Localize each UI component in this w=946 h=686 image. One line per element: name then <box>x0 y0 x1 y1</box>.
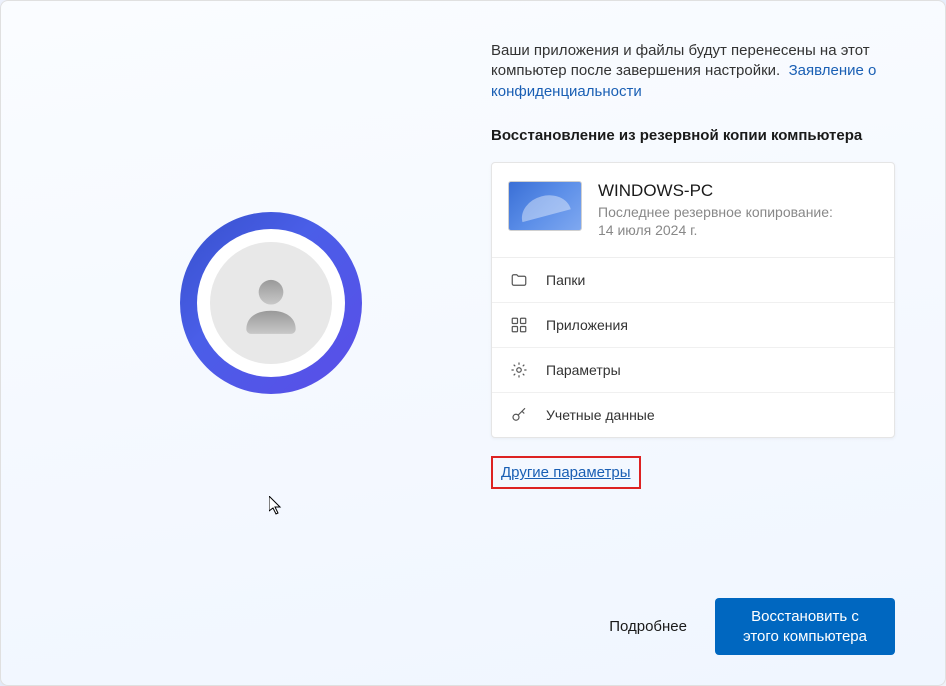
item-label: Параметры <box>546 362 621 378</box>
cursor-icon <box>269 496 285 516</box>
more-link[interactable]: Подробнее <box>609 618 687 635</box>
restore-button[interactable]: Восстановить с этого компьютера <box>715 598 895 655</box>
apps-icon <box>510 316 528 334</box>
backup-date: 14 июля 2024 г. <box>598 221 878 239</box>
backup-item-credentials[interactable]: Учетные данные <box>492 393 894 437</box>
backup-item-apps[interactable]: Приложения <box>492 303 894 348</box>
left-pane <box>51 41 491 655</box>
item-label: Приложения <box>546 317 628 333</box>
folder-icon <box>510 271 528 289</box>
desktop-thumbnail <box>508 181 582 231</box>
key-icon <box>510 406 528 424</box>
right-pane: Ваши приложения и файлы будут перенесены… <box>491 41 895 655</box>
backup-item-folders[interactable]: Папки <box>492 258 894 303</box>
backup-header: WINDOWS-PC Последнее резервное копирован… <box>492 163 894 258</box>
backup-date-label: Последнее резервное копирование: <box>598 203 878 221</box>
item-label: Папки <box>546 272 585 288</box>
other-options-link[interactable]: Другие параметры <box>491 456 641 489</box>
gear-icon <box>510 361 528 379</box>
section-title: Восстановление из резервной копии компью… <box>491 127 895 144</box>
item-label: Учетные данные <box>546 407 655 423</box>
pc-name: WINDOWS-PC <box>598 181 878 201</box>
person-icon <box>234 266 308 340</box>
backup-item-settings[interactable]: Параметры <box>492 348 894 393</box>
oobe-restore-window: Ваши приложения и файлы будут перенесены… <box>0 0 946 686</box>
user-avatar <box>180 212 362 394</box>
bottom-bar: Подробнее Восстановить с этого компьютер… <box>491 578 895 655</box>
backup-card[interactable]: WINDOWS-PC Последнее резервное копирован… <box>491 162 895 438</box>
description-text: Ваши приложения и файлы будут перенесены… <box>491 41 895 102</box>
